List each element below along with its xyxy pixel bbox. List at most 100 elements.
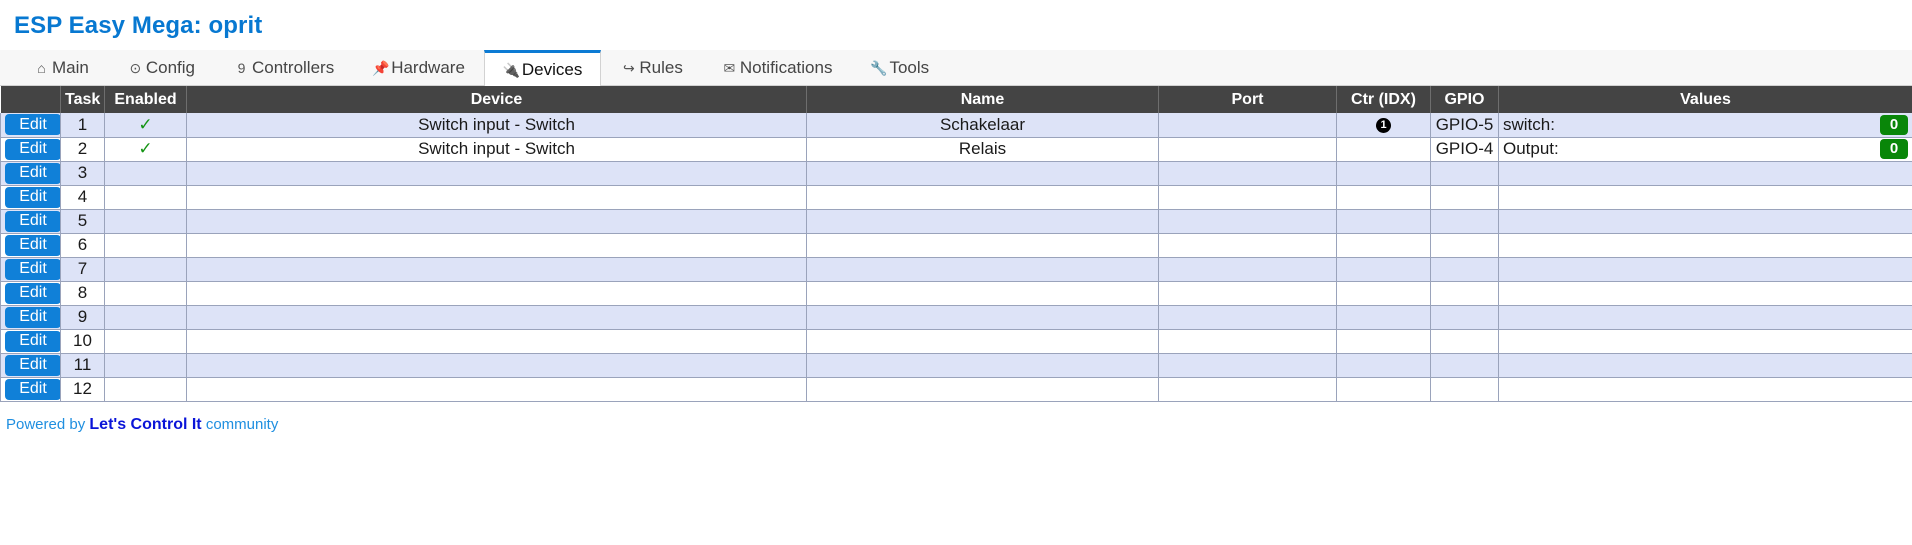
gpio-cell: GPIO-4 [1431, 137, 1499, 161]
enabled-cell [105, 305, 187, 329]
task-name-cell [807, 185, 1159, 209]
tab-main[interactable]: ⌂ Main [14, 50, 108, 85]
ctr-idx-cell [1337, 257, 1431, 281]
port-cell [1159, 281, 1337, 305]
task-number-cell: 9 [61, 305, 105, 329]
edit-button[interactable]: Edit [5, 211, 61, 232]
footer-prefix: Powered by [6, 416, 85, 433]
task-number-cell: 4 [61, 185, 105, 209]
gpio-cell [1431, 233, 1499, 257]
table-row: Edit 10 [1, 329, 1912, 353]
values-cell [1499, 161, 1912, 185]
port-cell [1159, 329, 1337, 353]
edit-button[interactable]: Edit [5, 355, 61, 376]
check-icon: ✓ [138, 115, 152, 134]
edit-button[interactable]: Edit [5, 235, 61, 256]
edit-button[interactable]: Edit [5, 139, 61, 160]
edit-button[interactable]: Edit [5, 259, 61, 280]
edit-cell: Edit [1, 281, 61, 305]
envelope-icon: ✉ [721, 60, 738, 77]
device-name-cell [187, 185, 807, 209]
edit-cell: Edit [1, 209, 61, 233]
footer-suffix: community [206, 416, 279, 433]
port-cell [1159, 257, 1337, 281]
value-row: Output: 0 [1503, 138, 1908, 160]
task-name-cell [807, 233, 1159, 257]
gpio-cell [1431, 161, 1499, 185]
device-name-cell [187, 353, 807, 377]
enabled-cell [105, 233, 187, 257]
edit-cell: Edit [1, 233, 61, 257]
port-cell [1159, 353, 1337, 377]
device-name-cell [187, 161, 807, 185]
edit-button[interactable]: Edit [5, 163, 61, 184]
column-header-ctr-idx: Ctr (IDX) [1337, 86, 1431, 113]
task-name-cell [807, 329, 1159, 353]
arrow-branch-icon: ↪ [620, 60, 637, 77]
enabled-cell [105, 377, 187, 401]
edit-cell: Edit [1, 329, 61, 353]
gpio-cell [1431, 257, 1499, 281]
value-badge: 0 [1880, 139, 1908, 159]
port-cell [1159, 137, 1337, 161]
enabled-cell [105, 329, 187, 353]
port-cell [1159, 161, 1337, 185]
tab-config[interactable]: ⊙ Config [108, 50, 214, 85]
tab-notifications[interactable]: ✉ Notifications [702, 50, 852, 85]
edit-cell: Edit [1, 257, 61, 281]
value-row: switch: 0 [1503, 114, 1908, 136]
table-row: Edit 8 [1, 281, 1912, 305]
tab-tools[interactable]: 🔧 Tools [851, 50, 948, 85]
edit-button[interactable]: Edit [5, 379, 61, 400]
enabled-cell: ✓ [105, 113, 187, 137]
device-name-cell [187, 209, 807, 233]
task-number-cell: 10 [61, 329, 105, 353]
gpio-cell [1431, 377, 1499, 401]
values-cell: switch: 0 [1499, 113, 1912, 137]
tab-devices[interactable]: 🔌 Devices [484, 50, 601, 86]
edit-button[interactable]: Edit [5, 331, 61, 352]
values-cell [1499, 377, 1912, 401]
task-name-cell [807, 209, 1159, 233]
ctr-idx-cell: 1 [1337, 113, 1431, 137]
tab-controllers[interactable]: ὞9 Controllers [214, 50, 353, 85]
devices-table: Task Enabled Device Name Port Ctr (IDX) … [0, 86, 1912, 402]
check-icon: ✓ [138, 139, 152, 158]
tab-label: Controllers [252, 58, 334, 78]
values-cell [1499, 185, 1912, 209]
table-row: Edit 1 ✓ Switch input - Switch Schakelaar 1 GP… [1, 113, 1912, 137]
value-badge: 0 [1880, 115, 1908, 135]
column-header-values: Values [1499, 86, 1912, 113]
edit-cell: Edit [1, 185, 61, 209]
gpio-cell [1431, 353, 1499, 377]
ctr-idx-cell [1337, 305, 1431, 329]
ctr-idx-cell [1337, 185, 1431, 209]
home-icon: ⌂ [33, 60, 50, 77]
values-cell [1499, 305, 1912, 329]
task-name-cell [807, 161, 1159, 185]
values-cell [1499, 209, 1912, 233]
ctr-idx-cell [1337, 233, 1431, 257]
tab-rules[interactable]: ↪ Rules [601, 50, 701, 85]
values-cell: Output: 0 [1499, 137, 1912, 161]
device-name-cell [187, 377, 807, 401]
edit-button[interactable]: Edit [5, 114, 61, 135]
port-cell [1159, 209, 1337, 233]
gpio-cell [1431, 329, 1499, 353]
table-row: Edit 3 [1, 161, 1912, 185]
tab-label: Rules [639, 58, 682, 78]
column-header-port: Port [1159, 86, 1337, 113]
edit-button[interactable]: Edit [5, 187, 61, 208]
table-row: Edit 2 ✓ Switch input - Switch Relais GPIO-4 O… [1, 137, 1912, 161]
column-header-enabled: Enabled [105, 86, 187, 113]
ctr-idx-cell [1337, 329, 1431, 353]
table-row: Edit 6 [1, 233, 1912, 257]
footer-brand-link[interactable]: Let's Control It [89, 416, 201, 433]
tab-label: Hardware [391, 58, 465, 78]
edit-button[interactable]: Edit [5, 283, 61, 304]
tab-hardware[interactable]: 📌 Hardware [353, 50, 484, 85]
table-row: Edit 11 [1, 353, 1912, 377]
task-name-cell [807, 353, 1159, 377]
gear-icon: ⊙ [127, 60, 144, 77]
edit-button[interactable]: Edit [5, 307, 61, 328]
